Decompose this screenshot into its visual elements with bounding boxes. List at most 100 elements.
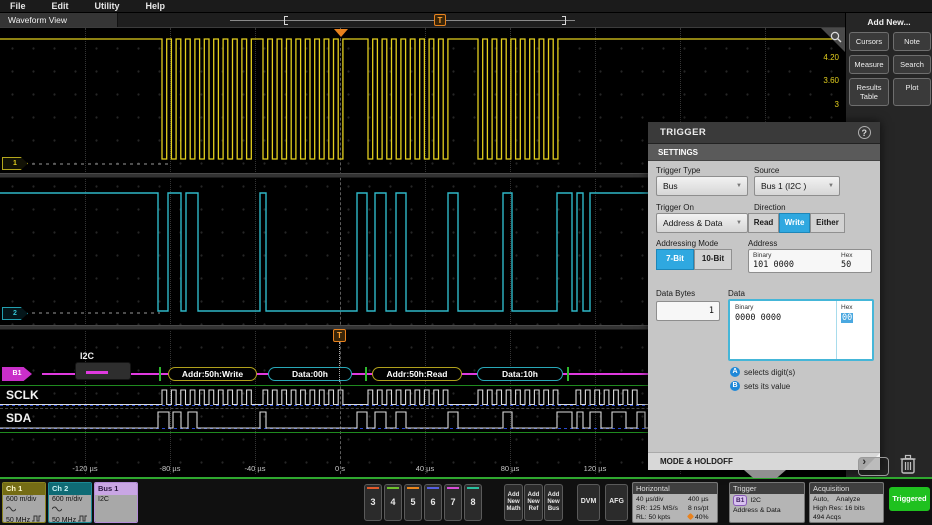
time-axis-tick: -80 µs: [160, 464, 181, 473]
afg-button[interactable]: AFG: [605, 484, 628, 521]
menu-utility[interactable]: Utility: [95, 1, 120, 11]
ch2-badge-name: Ch 2: [49, 483, 91, 495]
tab-settings[interactable]: SETTINGS: [648, 144, 880, 161]
direction-read-button[interactable]: Read: [748, 213, 779, 233]
menu-bar: File Edit Utility Help: [0, 0, 932, 13]
ch1-bandwidth-value: 50 MHz: [6, 517, 30, 523]
trigger-type-dropdown[interactable]: Bus ▼: [656, 176, 748, 196]
channel-3-button[interactable]: 3: [364, 484, 382, 521]
horizontal-window: 400 µs: [688, 495, 714, 504]
add-new-math-button[interactable]: Add New Math: [504, 484, 523, 521]
decode-box-addr-read[interactable]: Addr:50h:Read: [372, 367, 462, 381]
zoom-corner-control[interactable]: [821, 28, 845, 52]
trigger-position-triangle[interactable]: [334, 29, 348, 37]
acquisition-box[interactable]: Acquisition Auto, Analyze High Res: 16 b…: [809, 482, 884, 523]
horizontal-box[interactable]: Horizontal 40 µs/div400 µs SR: 125 MS/s8…: [632, 482, 718, 523]
chevron-down-icon: ▼: [736, 214, 742, 233]
zoom-window-left-bracket[interactable]: [284, 16, 288, 25]
data-binary-value[interactable]: 0000 0000: [735, 313, 781, 323]
channel-7-button[interactable]: 7: [444, 484, 462, 521]
bus-handle[interactable]: [75, 362, 131, 380]
source-label: Source: [754, 166, 779, 175]
trigger-position-badge[interactable]: T: [434, 14, 446, 26]
addressing-7bit-button[interactable]: 7-Bit: [656, 249, 694, 270]
add-new-bus-button[interactable]: Add New Bus: [544, 484, 563, 521]
time-axis-tick: -40 µs: [245, 464, 266, 473]
bus1-type-value: I2C: [98, 496, 134, 505]
channel-8-button[interactable]: 8: [464, 484, 482, 521]
oscilloscope-screen: File Edit Utility Help Waveform View T 4…: [0, 0, 932, 525]
address-binary-value[interactable]: 101 0000: [753, 260, 794, 270]
addressing-10bit-button[interactable]: 10-Bit: [694, 249, 732, 270]
bandwidth-icon: [6, 505, 16, 512]
ch1-bandwidth-row: 50 MHz: [6, 515, 42, 523]
time-axis-tick: 0 s: [335, 464, 345, 473]
help-icon[interactable]: ?: [858, 126, 871, 139]
data-hex-label: Hex: [841, 304, 853, 311]
dvm-button[interactable]: DVM: [577, 484, 600, 521]
channel-8-label: 8: [470, 497, 475, 507]
chevron-down-icon: ▼: [736, 177, 742, 196]
source-dropdown[interactable]: Bus 1 (I2C ) ▼: [754, 176, 840, 196]
data-hex-value[interactable]: 00: [841, 313, 853, 323]
channel-4-button[interactable]: 4: [384, 484, 402, 521]
triggered-status-badge[interactable]: Triggered: [889, 487, 930, 511]
menu-help[interactable]: Help: [146, 1, 166, 11]
time-axis-tick: -120 µs: [72, 464, 97, 473]
note-button[interactable]: Note: [893, 32, 931, 51]
data-bytes-field[interactable]: 1: [656, 301, 720, 321]
channel-5-button[interactable]: 5: [404, 484, 422, 521]
direction-either-button[interactable]: Either: [810, 213, 845, 233]
ch1-scale-tick: 3.60: [799, 76, 839, 85]
callout-placeholder[interactable]: [858, 457, 889, 476]
ch2-badge[interactable]: Ch 2 600 m/div 50 MHz: [48, 482, 92, 523]
plot-button[interactable]: Plot: [893, 78, 931, 106]
addressing-mode-label: Addressing Mode: [656, 239, 718, 248]
add-new-ref-button[interactable]: Add New Ref: [524, 484, 543, 521]
ch1-scale-value: 600 m/div: [6, 496, 42, 505]
tab-bar: Waveform View T: [0, 13, 845, 27]
ch1-badge-name: Ch 1: [3, 483, 45, 495]
data-field[interactable]: Binary 0000 0000 Hex 00: [728, 299, 874, 361]
channel-6-label: 6: [430, 497, 435, 507]
menu-file[interactable]: File: [10, 1, 26, 11]
direction-label: Direction: [754, 203, 786, 212]
sample-interval: 8 ns/pt: [688, 504, 714, 513]
record-length: RL: 50 kpts: [636, 513, 688, 522]
bus1-badge[interactable]: Bus 1 I2C: [94, 482, 138, 523]
menu-edit[interactable]: Edit: [52, 1, 69, 11]
decode-box-data-10[interactable]: Data:10h: [477, 367, 563, 381]
trash-icon[interactable]: [896, 451, 920, 482]
direction-write-button[interactable]: Write: [779, 213, 810, 233]
address-hex-value[interactable]: 50: [841, 260, 851, 270]
trigger-on-summary: Address & Data: [733, 506, 801, 515]
address-field[interactable]: Binary 101 0000 Hex 50: [748, 249, 872, 273]
ch1-badge[interactable]: Ch 1 600 m/div 50 MHz: [2, 482, 46, 523]
zoom-window-right-bracket[interactable]: [562, 16, 566, 25]
trigger-dialog-body: Trigger Type Bus ▼ Source Bus 1 (I2C ) ▼…: [648, 161, 880, 452]
time-axis-tick: 120 µs: [584, 464, 607, 473]
data-bytes-value[interactable]: 1: [709, 306, 714, 316]
trigger-event-badge[interactable]: T: [333, 329, 346, 342]
decode-box-addr-write[interactable]: Addr:50h:Write: [168, 367, 257, 381]
knob-b-hint-text: sets its value: [744, 382, 790, 391]
bus-name-label: I2C: [80, 351, 94, 361]
channel-6-button[interactable]: 6: [424, 484, 442, 521]
cursors-button[interactable]: Cursors: [849, 32, 889, 51]
chevron-down-icon: ▼: [828, 177, 834, 196]
mode-holdoff-section[interactable]: MODE & HOLDOFF ›: [648, 452, 880, 470]
search-button[interactable]: Search: [893, 55, 931, 74]
tab-waveform-view[interactable]: Waveform View: [0, 13, 118, 27]
trigger-on-dropdown[interactable]: Address & Data ▼: [656, 213, 748, 233]
mode-holdoff-label: MODE & HOLDOFF: [660, 457, 733, 466]
measure-button[interactable]: Measure: [849, 55, 889, 74]
trigger-box[interactable]: Trigger B1I2C Address & Data: [729, 482, 805, 523]
knob-b-icon: B: [730, 381, 740, 391]
trigger-dialog-titlebar[interactable]: TRIGGER ?: [648, 122, 880, 144]
trigger-type-value: Bus: [663, 181, 678, 191]
results-table-button[interactable]: Results Table: [849, 78, 889, 106]
address-hex-label: Hex: [841, 252, 853, 259]
bandwidth-icon: [52, 505, 62, 512]
acquisition-count: 494 Acqs: [813, 513, 880, 522]
ch2-bandwidth-value: 50 MHz: [52, 517, 76, 523]
